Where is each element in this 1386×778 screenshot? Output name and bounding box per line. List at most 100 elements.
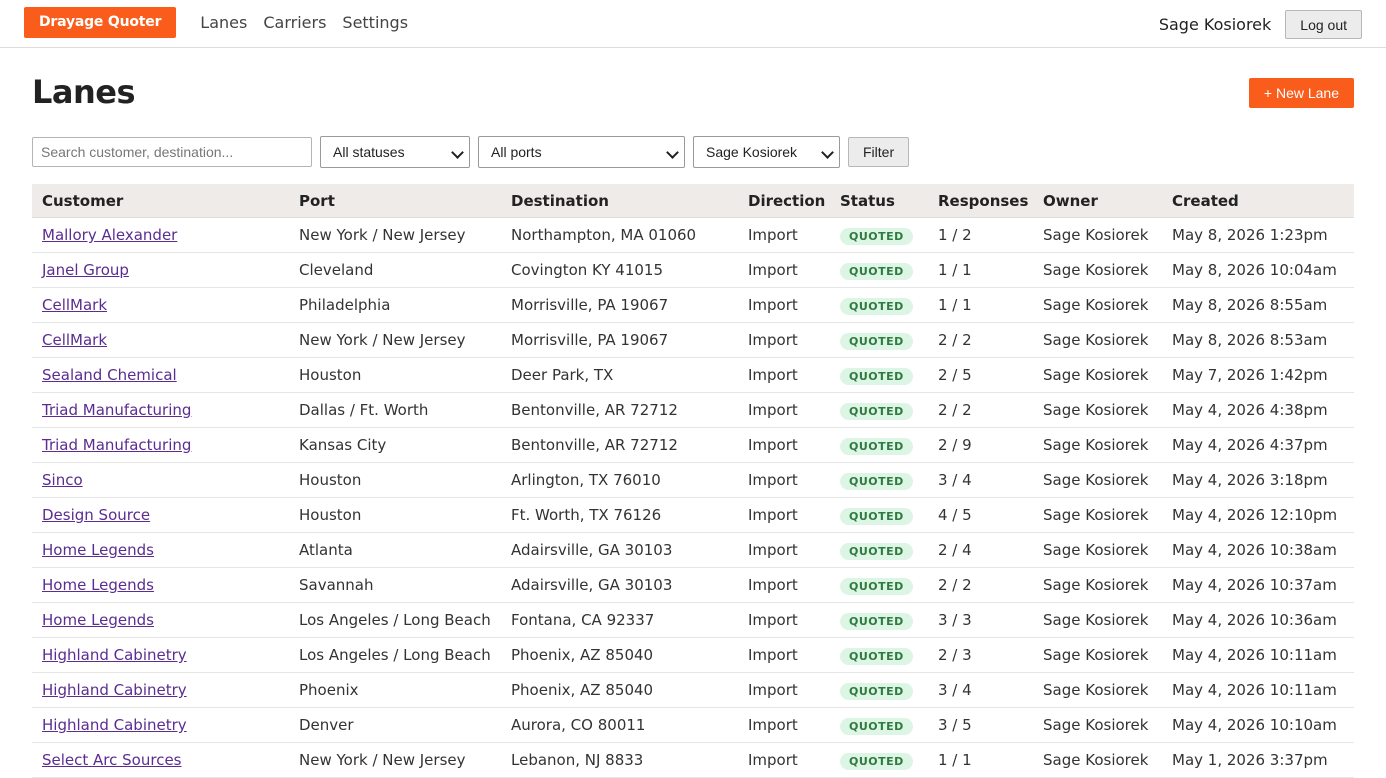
created-cell: May 4, 2026 10:10am	[1172, 716, 1337, 734]
destination-cell: Northampton, MA 01060	[511, 226, 697, 244]
table-cell: 2 / 4	[928, 532, 1033, 568]
column-header[interactable]: Created	[1162, 184, 1354, 218]
table-row[interactable]: Sinco Houston Arlington, TX 76010 Import QUO…	[32, 462, 1354, 498]
filter-button[interactable]: Filter	[848, 137, 910, 167]
direction-cell: Import	[748, 296, 798, 314]
table-row[interactable]: CellMark New York / New Jersey Morrisville…	[32, 322, 1354, 358]
top-nav-bar: Drayage Quoter Lanes Carriers Settings S…	[0, 0, 1386, 48]
table-cell: 1 / 1	[928, 252, 1033, 288]
created-cell: May 7, 2026 1:42pm	[1172, 366, 1328, 384]
table-cell: May 8, 2026 8:55am	[1162, 287, 1354, 323]
created-cell: May 4, 2026 3:18pm	[1172, 471, 1328, 489]
column-header[interactable]: Status	[830, 184, 928, 218]
table-row[interactable]: Highland Cabinetry Phoenix Phoenix, AZ 850…	[32, 672, 1354, 708]
column-header[interactable]: Customer	[32, 184, 289, 218]
table-cell: Adairsville, GA 30103	[501, 567, 738, 603]
lanes-table: Customer Port Destination Direction Stat…	[32, 184, 1354, 778]
table-cell: Bentonville, AR 72712	[501, 392, 738, 428]
table-cell: Sage Kosiorek	[1033, 427, 1162, 463]
table-row[interactable]: Sealand Chemical Houston Deer Park, TX Impo…	[32, 357, 1354, 393]
customer-link[interactable]: Janel Group	[42, 261, 129, 279]
port-select[interactable]: All ports	[478, 136, 685, 168]
table-cell: Highland Cabinetry	[32, 707, 289, 743]
table-cell: May 4, 2026 10:10am	[1162, 707, 1354, 743]
table-row[interactable]: CellMark Philadelphia Morrisville, PA 1906…	[32, 287, 1354, 323]
table-cell: May 4, 2026 4:38pm	[1162, 392, 1354, 428]
table-row[interactable]: Select Arc Sources New York / New Jersey L…	[32, 742, 1354, 778]
table-cell: May 4, 2026 10:38am	[1162, 532, 1354, 568]
destination-cell: Aurora, CO 80011	[511, 716, 646, 734]
status-badge: QUOTED	[840, 752, 913, 770]
column-header[interactable]: Owner	[1033, 184, 1162, 218]
owner-cell: Sage Kosiorek	[1043, 506, 1149, 524]
logout-button[interactable]: Log out	[1285, 10, 1362, 39]
customer-link[interactable]: Triad Manufacturing	[42, 401, 191, 419]
destination-cell: Arlington, TX 76010	[511, 471, 661, 489]
customer-link[interactable]: Highland Cabinetry	[42, 646, 187, 664]
destination-cell: Ft. Worth, TX 76126	[511, 506, 662, 524]
status-badge: QUOTED	[840, 367, 913, 385]
table-row[interactable]: Home Legends Savannah Adairsville, GA 3010…	[32, 567, 1354, 603]
table-cell: Sage Kosiorek	[1033, 392, 1162, 428]
destination-cell: Morrisville, PA 19067	[511, 331, 669, 349]
table-cell: 1 / 1	[928, 742, 1033, 778]
created-cell: May 8, 2026 8:53am	[1172, 331, 1328, 349]
table-cell: Northampton, MA 01060	[501, 217, 738, 253]
status-badge: QUOTED	[840, 402, 913, 420]
table-cell: QUOTED	[830, 602, 928, 638]
table-row[interactable]: Design Source Houston Ft. Worth, TX 76126 I…	[32, 497, 1354, 533]
table-cell: QUOTED	[830, 392, 928, 428]
table-cell: Sage Kosiorek	[1033, 742, 1162, 778]
search-input[interactable]	[32, 137, 312, 167]
status-badge: QUOTED	[840, 507, 913, 525]
page-title: Lanes	[32, 73, 136, 111]
customer-link[interactable]: Highland Cabinetry	[42, 716, 187, 734]
table-row[interactable]: Highland Cabinetry Los Angeles / Long Bea…	[32, 637, 1354, 673]
customer-link[interactable]: Mallory Alexander	[42, 226, 177, 244]
table-cell: QUOTED	[830, 462, 928, 498]
column-header[interactable]: Port	[289, 184, 501, 218]
table-cell: Sage Kosiorek	[1033, 497, 1162, 533]
table-cell: May 4, 2026 12:10pm	[1162, 497, 1354, 533]
chevron-down-icon	[451, 146, 464, 159]
table-row[interactable]: Triad Manufacturing Kansas City Bentonvill…	[32, 427, 1354, 463]
customer-link[interactable]: Home Legends	[42, 541, 154, 559]
column-header[interactable]: Direction	[738, 184, 830, 218]
responses-cell: 4 / 5	[938, 506, 972, 524]
column-header[interactable]: Responses	[928, 184, 1033, 218]
customer-link[interactable]: Home Legends	[42, 576, 154, 594]
table-cell: May 8, 2026 8:53am	[1162, 322, 1354, 358]
direction-cell: Import	[748, 576, 798, 594]
table-row[interactable]: Triad Manufacturing Dallas / Ft. Worth Ben…	[32, 392, 1354, 428]
table-row[interactable]: Home Legends Atlanta Adairsville, GA 30103…	[32, 532, 1354, 568]
brand-logo[interactable]: Drayage Quoter	[24, 7, 177, 38]
status-select[interactable]: All statuses	[320, 136, 470, 168]
column-header[interactable]: Destination	[501, 184, 738, 218]
table-cell: Fontana, CA 92337	[501, 602, 738, 638]
customer-link[interactable]: Triad Manufacturing	[42, 436, 191, 454]
table-row[interactable]: Janel Group Cleveland Covington KY 41015 Im…	[32, 252, 1354, 288]
customer-link[interactable]: Sinco	[42, 471, 83, 489]
responses-cell: 2 / 2	[938, 401, 972, 419]
status-badge: QUOTED	[840, 227, 913, 245]
new-lane-button[interactable]: + New Lane	[1248, 78, 1354, 108]
nav-settings[interactable]: Settings	[342, 13, 408, 32]
table-cell: Import	[738, 532, 830, 568]
table-cell: Import	[738, 357, 830, 393]
customer-link[interactable]: Select Arc Sources	[42, 751, 182, 769]
customer-link[interactable]: Sealand Chemical	[42, 366, 177, 384]
customer-link[interactable]: Design Source	[42, 506, 150, 524]
customer-link[interactable]: Highland Cabinetry	[42, 681, 187, 699]
customer-link[interactable]: CellMark	[42, 296, 107, 314]
owner-select[interactable]: Sage Kosiorek	[693, 136, 840, 168]
customer-link[interactable]: CellMark	[42, 331, 107, 349]
table-cell: Select Arc Sources	[32, 742, 289, 778]
customer-link[interactable]: Home Legends	[42, 611, 154, 629]
nav-lanes[interactable]: Lanes	[200, 13, 247, 32]
table-cell: Import	[738, 672, 830, 708]
table-cell: Philadelphia	[289, 287, 501, 323]
nav-carriers[interactable]: Carriers	[263, 13, 326, 32]
table-row[interactable]: Mallory Alexander New York / New Jersey No…	[32, 217, 1354, 253]
table-row[interactable]: Highland Cabinetry Denver Aurora, CO 80011…	[32, 707, 1354, 743]
table-row[interactable]: Home Legends Los Angeles / Long Beach Font…	[32, 602, 1354, 638]
